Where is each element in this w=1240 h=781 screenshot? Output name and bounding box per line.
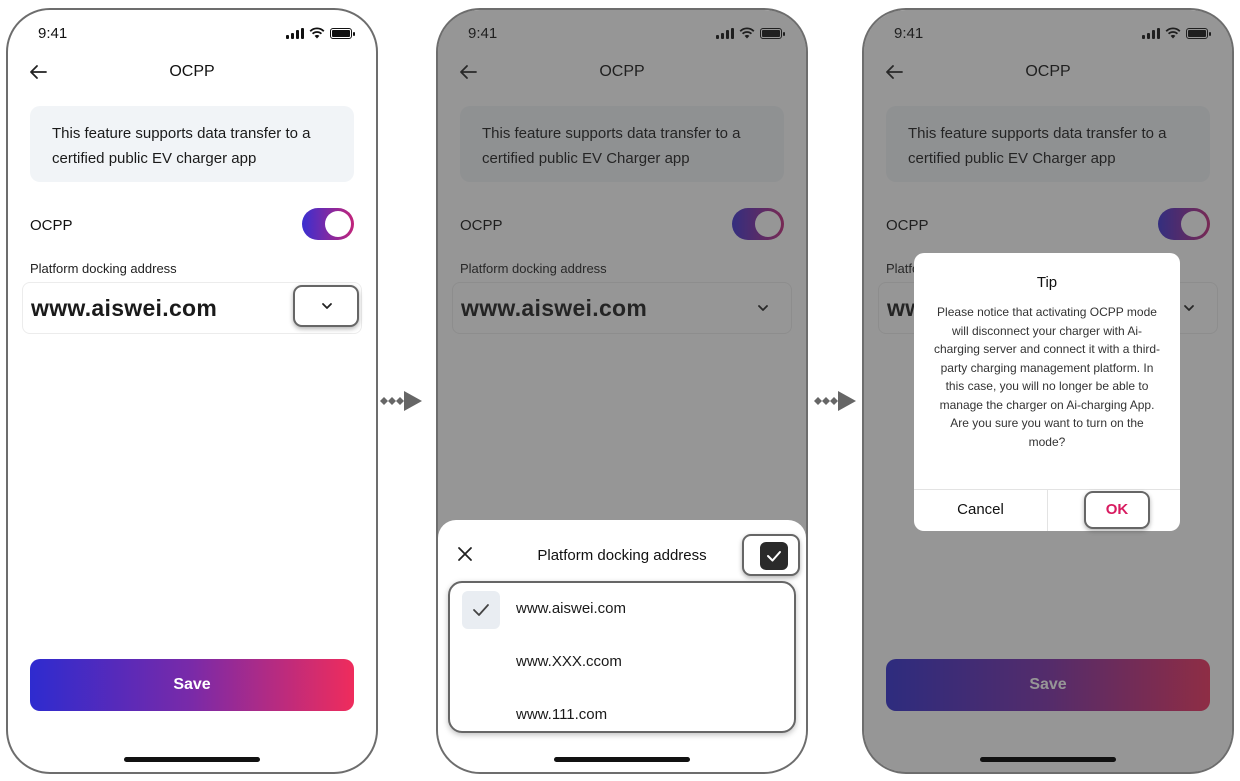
battery-icon <box>330 27 355 39</box>
feature-notice: This feature supports data transfer to a… <box>30 106 354 182</box>
home-indicator <box>124 757 260 762</box>
home-indicator <box>554 757 690 762</box>
dialog-title: Tip <box>1036 274 1058 291</box>
checkmark-icon <box>473 604 489 616</box>
dialog-message: Please notice that activating OCPP mode … <box>933 305 1161 449</box>
address-value: www.aiswei.com <box>31 295 218 321</box>
status-bar: 9:41 <box>38 22 355 44</box>
option-label: www.aiswei.com <box>516 600 627 617</box>
save-button[interactable]: Save <box>30 659 354 711</box>
status-time: 9:41 <box>38 24 68 42</box>
home-indicator <box>980 757 1116 762</box>
signal-icon <box>286 27 304 39</box>
flow-arrow-icon <box>814 391 856 411</box>
address-field[interactable]: www.aiswei.com <box>22 282 362 334</box>
option-label: www.111.com <box>516 706 608 723</box>
address-option-list: www.aiswei.com www.XXX.ccom www.111.com <box>448 581 796 733</box>
ok-button[interactable]: OK <box>1084 491 1150 529</box>
cancel-button[interactable]: Cancel <box>914 489 1047 531</box>
phone-screen-2: 9:41 OCPP This feature supports data tra… <box>436 8 808 774</box>
flow-arrow-icon <box>380 391 422 411</box>
address-option[interactable]: www.XXX.ccom <box>450 638 794 688</box>
ocpp-toggle[interactable] <box>302 208 354 240</box>
option-label: www.XXX.ccom <box>516 653 622 670</box>
phone-screen-1: 9:41 OCPP This feature supports data tra… <box>6 8 378 774</box>
address-dropdown-button[interactable] <box>293 285 359 327</box>
phone-screen-3: 9:41 OCPP This feature supports data tra… <box>862 8 1234 774</box>
wifi-icon <box>309 27 325 39</box>
ocpp-label: OCPP <box>30 217 73 234</box>
tip-dialog: Tip Please notice that activating OCPP m… <box>914 253 1180 531</box>
address-bottom-sheet: Platform docking address www.aiswei.com … <box>438 520 806 772</box>
page-title: OCPP <box>169 63 215 80</box>
address-label: Platform docking address <box>30 261 177 276</box>
chevron-down-icon <box>322 303 332 309</box>
nav-bar: OCPP <box>8 60 376 84</box>
address-option[interactable]: www.111.com <box>450 691 794 741</box>
toggle-knob <box>325 211 351 237</box>
confirm-button[interactable] <box>742 534 800 576</box>
dialog-button-divider <box>1047 489 1048 531</box>
checkmark-icon <box>767 551 781 562</box>
address-option-selected[interactable]: www.aiswei.com <box>450 585 794 635</box>
